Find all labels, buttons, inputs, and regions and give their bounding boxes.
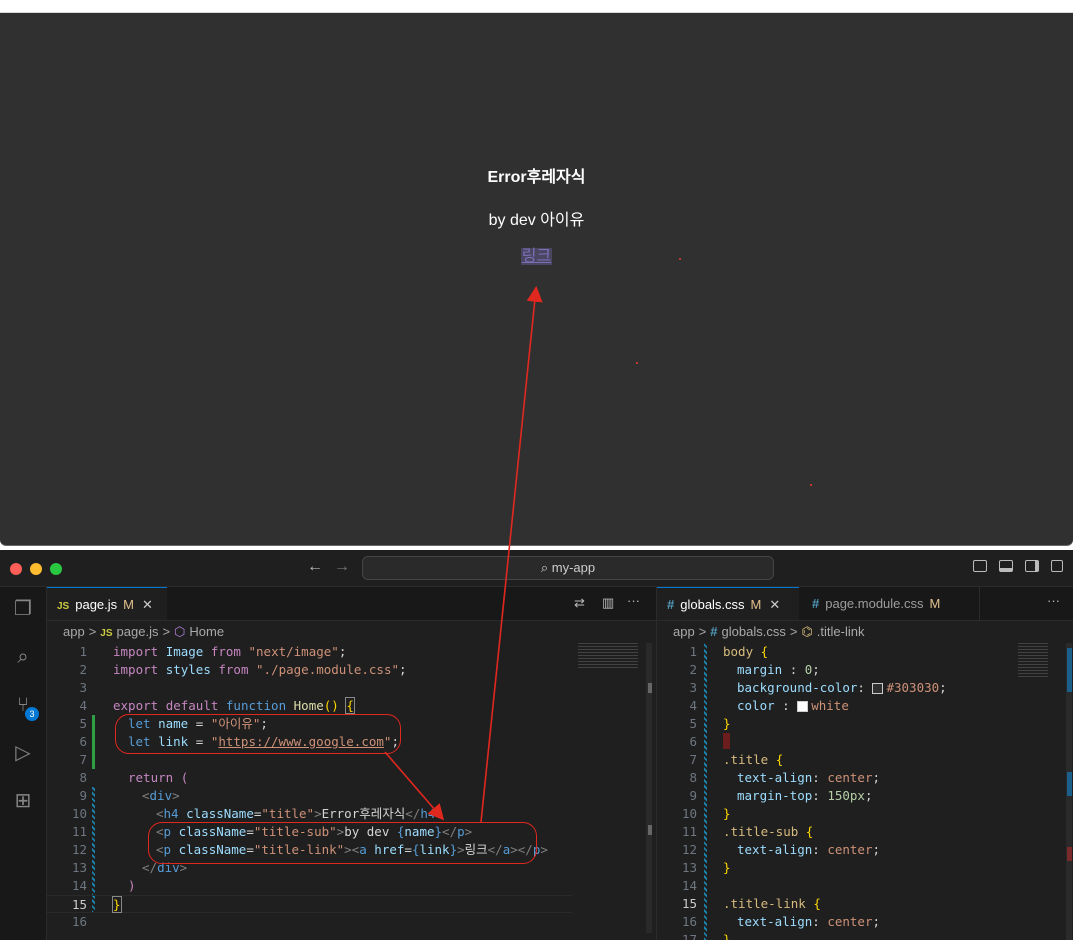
overview-marker — [1067, 847, 1072, 861]
red-dot — [636, 362, 638, 364]
chevron-right-icon: > — [698, 624, 707, 639]
browser-preview: Error후레자식 by dev 아이유 링크 — [0, 12, 1073, 546]
tab-globals-css[interactable]: # globals.css M ✕ — [657, 587, 799, 620]
search-icon: ⌕ — [540, 560, 552, 575]
compare-changes-icon[interactable]: ⇄ — [574, 595, 585, 611]
preview-link-wrapper: 링크 — [0, 242, 1073, 266]
right-code-editor[interactable]: 1 body { 2 margin : 0; 3 background-color: … — [657, 643, 1065, 940]
chevron-right-icon: > — [88, 624, 97, 639]
vscode-window: ← → ⌕ my-app ❐ ⌕ ⑂ 3 ▷ ⊞ JS page.js M ✕ ⇄ ▥… — [0, 550, 1073, 940]
tab-page-module-css[interactable]: # page.module.css M — [802, 587, 980, 620]
preview-link[interactable]: 링크 — [520, 248, 553, 265]
js-file-icon: JS — [100, 628, 113, 639]
chevron-right-icon: > — [162, 624, 171, 639]
css-file-icon: # — [812, 596, 820, 611]
close-icon[interactable]: ✕ — [142, 597, 153, 612]
search-icon[interactable]: ⌕ — [11, 645, 35, 669]
css-file-icon: # — [710, 624, 718, 639]
js-file-icon: JS — [57, 601, 70, 612]
close-window-button[interactable] — [10, 563, 22, 575]
preview-subtitle: by dev 아이유 — [488, 212, 585, 229]
explorer-icon[interactable]: ❐ — [11, 597, 35, 621]
annotation-oval-paragraphs — [148, 822, 537, 864]
scrollbar-thumb[interactable] — [648, 683, 652, 693]
toggle-panel-icon[interactable] — [999, 560, 1013, 572]
left-tab-bar: JS page.js M ✕ ⇄ ▥ ··· — [47, 587, 656, 621]
forward-arrow-icon[interactable]: → — [334, 558, 350, 576]
maximize-window-button[interactable] — [50, 563, 62, 575]
red-dot — [810, 484, 812, 486]
breadcrumb-item[interactable]: app — [63, 624, 85, 639]
selector-icon: ⌬ — [801, 624, 813, 639]
modified-badge: M — [750, 597, 762, 612]
right-tab-bar: # globals.css M ✕ # page.module.css M ··· — [657, 587, 1073, 621]
extensions-icon[interactable]: ⊞ — [11, 789, 35, 813]
title-bar: ← → ⌕ my-app — [0, 550, 1073, 587]
preview-title: Error후레자식 — [487, 169, 586, 186]
function-icon: ⬡ — [174, 624, 186, 639]
tab-label: globals.css — [680, 597, 745, 612]
activity-bar: ❐ ⌕ ⑂ 3 ▷ ⊞ — [0, 587, 47, 940]
breadcrumb-item[interactable]: app — [673, 624, 695, 639]
close-icon[interactable]: ✕ — [769, 597, 780, 612]
color-swatch[interactable] — [797, 701, 809, 712]
tab-page-js[interactable]: JS page.js M ✕ — [47, 587, 167, 620]
tab-label: page.module.css — [825, 596, 924, 611]
split-editor-icon[interactable]: ▥ — [602, 595, 614, 611]
breadcrumb-item[interactable]: globals.css — [722, 624, 786, 639]
breadcrumb-item[interactable]: .title-link — [817, 624, 865, 639]
annotation-oval-variables — [115, 714, 401, 754]
overview-marker — [1067, 648, 1072, 692]
breadcrumb: app > JS page.js > ⬡ Home — [63, 621, 228, 643]
run-debug-icon[interactable]: ▷ — [11, 741, 35, 765]
toggle-secondary-sidebar-icon[interactable] — [1025, 560, 1039, 572]
breadcrumb-item[interactable]: page.js — [117, 624, 159, 639]
css-file-icon: # — [667, 597, 675, 612]
overview-marker — [1067, 772, 1072, 796]
scrollbar-thumb[interactable] — [648, 825, 652, 835]
modified-badge: M — [929, 596, 941, 611]
tab-label: page.js — [75, 597, 118, 612]
minimize-window-button[interactable] — [30, 563, 42, 575]
color-swatch[interactable] — [872, 683, 884, 694]
back-arrow-icon[interactable]: ← — [307, 558, 323, 576]
search-label: my-app — [551, 560, 596, 575]
left-code-editor[interactable]: 1 import Image from "next/image"; 2 import… — [47, 643, 647, 931]
customize-layout-icon[interactable] — [1051, 560, 1063, 572]
breadcrumb-item[interactable]: Home — [189, 624, 224, 639]
breadcrumb: app > # globals.css > ⌬ .title-link — [673, 621, 868, 643]
red-dot — [679, 258, 681, 260]
toggle-sidebar-icon[interactable] — [973, 560, 987, 572]
more-actions-icon[interactable]: ··· — [1047, 593, 1060, 608]
modified-badge: M — [123, 597, 134, 612]
source-control-badge: 3 — [25, 707, 39, 721]
command-center-search[interactable]: ⌕ my-app — [362, 556, 774, 580]
chevron-right-icon: > — [789, 624, 798, 639]
more-actions-icon[interactable]: ··· — [627, 593, 640, 608]
